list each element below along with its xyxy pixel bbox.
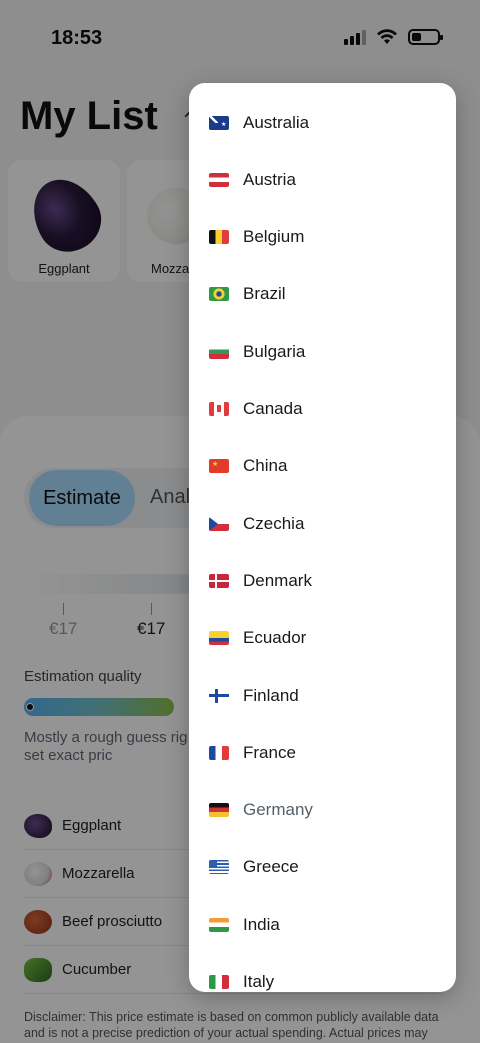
country-option-finland[interactable]: Finland [189, 667, 456, 724]
country-option-label: Bulgaria [243, 341, 306, 361]
flag-france-icon [209, 745, 229, 760]
country-option-greece[interactable]: Greece [189, 839, 456, 896]
country-option-bulgaria[interactable]: Bulgaria [189, 323, 456, 380]
flag-denmark-icon [209, 573, 229, 588]
country-option-france[interactable]: France [189, 724, 456, 781]
flag-italy-icon [209, 975, 229, 989]
flag-china-icon: ★ [209, 459, 229, 474]
country-option-ecuador[interactable]: Ecuador [189, 610, 456, 667]
flag-canada-icon [209, 402, 229, 416]
country-option-brazil[interactable]: Brazil [189, 266, 456, 323]
country-option-label: Denmark [243, 570, 312, 590]
flag-india-icon [209, 917, 229, 932]
flag-ecuador-icon [209, 631, 229, 646]
country-option-label: China [243, 456, 288, 476]
country-option-label: Brazil [243, 284, 286, 304]
flag-germany-icon [209, 803, 229, 818]
country-option-canada[interactable]: Canada [189, 381, 456, 438]
country-option-label: Ecuador [243, 628, 307, 648]
country-option-czechia[interactable]: Czechia [189, 495, 456, 552]
country-option-denmark[interactable]: Denmark [189, 552, 456, 609]
country-option-austria[interactable]: Austria [189, 151, 456, 208]
country-option-belgium[interactable]: Belgium [189, 209, 456, 266]
country-option-label: Australia [243, 112, 310, 132]
country-option-label: Canada [243, 399, 303, 418]
country-option-australia[interactable]: ★ Australia [189, 94, 456, 151]
country-option-label: Greece [243, 857, 299, 877]
country-option-italy[interactable]: Italy [189, 954, 456, 993]
country-option-label: Austria [243, 169, 296, 189]
country-option-india[interactable]: India [189, 896, 456, 953]
flag-finland-icon [209, 688, 229, 703]
country-option-label: Germany [243, 800, 313, 820]
country-dropdown: ★ Australia Austria Belgium Brazil Bulgaria Ca… [189, 83, 456, 992]
country-option-germany[interactable]: Germany [189, 782, 456, 839]
country-option-label: Italy [243, 972, 275, 991]
country-option-label: Czechia [243, 513, 305, 533]
country-option-label: Belgium [243, 227, 305, 247]
country-option-label: Finland [243, 685, 299, 705]
flag-brazil-icon [209, 287, 229, 302]
flag-belgium-icon [209, 230, 229, 245]
country-option-label: India [243, 914, 280, 934]
country-option-china[interactable]: ★ China [189, 438, 456, 495]
country-option-label: France [243, 742, 296, 762]
flag-greece-icon [209, 860, 229, 875]
flag-bulgaria-icon [209, 344, 229, 359]
flag-czechia-icon [209, 516, 229, 531]
flag-austria-icon [209, 172, 229, 187]
flag-australia-icon: ★ [209, 115, 229, 130]
